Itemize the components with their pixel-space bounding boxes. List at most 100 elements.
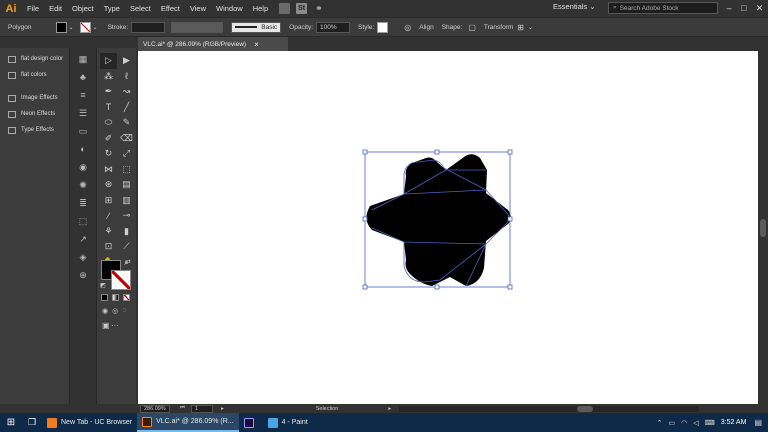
stroke-swatch[interactable] [79,21,91,33]
shape-options-icon[interactable]: ▢ [468,23,476,32]
document-tab[interactable]: VLC.ai* @ 286.09% (RGB/Preview) × [138,37,288,51]
stroke-icon[interactable]: ☰ [70,104,96,122]
gradient-icon[interactable]: ▭ [70,122,96,140]
shaper-tool-icon[interactable]: ✐ [100,131,117,147]
selection-tool-icon[interactable]: ▷ [100,53,117,69]
rotate-tool-icon[interactable]: ↻ [100,146,117,162]
artboard-tool-icon[interactable]: ⊡ [100,239,117,255]
edit-toolbar-icon[interactable]: ··· [111,321,119,330]
menu-help[interactable]: Help [248,4,273,13]
default-colors-icon[interactable]: ◩ [100,282,106,289]
next-artboard-icon[interactable]: ▸ [221,406,224,412]
maximize-icon[interactable]: □ [741,3,746,13]
menu-view[interactable]: View [185,4,211,13]
none-mode-icon[interactable] [123,294,130,301]
minimize-icon[interactable]: – [727,3,732,13]
close-tab-icon[interactable]: × [254,40,259,49]
magic-wand-icon[interactable]: ⁂ [100,69,117,85]
volume-icon[interactable]: ◁ [693,419,698,427]
fill-swatch[interactable] [55,21,67,33]
gradient-mode-icon[interactable] [112,294,119,301]
gpu-performance-icon[interactable]: ⚭ [315,3,323,14]
artboard-canvas[interactable] [138,51,758,404]
workspace-switcher[interactable]: Essentials ⌄ [553,2,599,11]
mesh-tool-icon[interactable]: ⊞ [100,193,117,209]
scale-tool-icon[interactable]: ⤢ [118,146,135,162]
stock-search-input[interactable]: ⌕ Search Adobe Stock [608,2,718,14]
menu-file[interactable]: File [22,4,44,13]
align-button[interactable]: Align [419,24,433,31]
curvature-tool-icon[interactable]: ↝ [118,84,135,100]
draw-behind-icon[interactable]: ◎ [112,307,118,315]
appearance-icon[interactable]: ◉ [70,158,96,176]
zoom-level-field[interactable]: 286.09% [140,404,170,413]
transform-button[interactable]: Transform [484,24,513,31]
panel-item-flat-design-color[interactable]: flat design color [0,51,69,67]
opacity-label[interactable]: Opacity: [289,24,313,31]
panel-item-type-effects[interactable]: Type Effects [0,122,69,138]
eraser-icon[interactable]: ⌫ [118,131,135,147]
recolor-icon[interactable]: ◎ [404,23,411,32]
menu-select[interactable]: Select [125,4,156,13]
menu-type[interactable]: Type [99,4,125,13]
show-hidden-icons-icon[interactable]: ⌃ [657,419,663,427]
first-artboard-icon[interactable]: ⏮ [180,405,185,412]
ellipse-tool-icon[interactable]: ⬭ [100,115,117,131]
vertical-scrollbar[interactable] [758,51,768,404]
status-menu-icon[interactable]: ▸ [388,406,391,412]
shape-builder-icon[interactable]: ⊛ [100,177,117,193]
paintbrush-icon[interactable]: ✎ [118,115,135,131]
windows-start-icon[interactable]: ⊞ [0,417,22,428]
close-icon[interactable]: ✕ [756,3,764,14]
graphic-styles-icon[interactable]: ✺ [70,176,96,194]
horizontal-scrollbar[interactable] [399,405,700,412]
scrollbar-thumb[interactable] [760,219,766,237]
blend-tool-icon[interactable]: ⊸ [118,208,135,224]
taskbar-app-illustrator[interactable]: VLC.ai* @ 286.09% (R... [137,413,239,432]
shape-button[interactable]: Shape: [442,24,463,31]
menu-window[interactable]: Window [211,4,248,13]
draw-inside-icon[interactable]: ◌ [122,307,126,315]
variable-width-field[interactable] [171,21,224,33]
stroke-weight-field[interactable] [131,21,166,33]
stock-button[interactable]: St [296,3,308,14]
line-tool-icon[interactable]: ╱ [118,100,135,116]
panel-item-flat-colors[interactable]: flat colors [0,67,69,83]
network-icon[interactable]: ◠ [681,419,687,427]
column-graph-icon[interactable]: ▮ [118,224,135,240]
color-mode-icon[interactable] [101,294,108,301]
swatches-icon[interactable]: ▦ [70,50,96,68]
links-icon[interactable]: ⊕ [70,266,96,284]
taskbar-app-premiere[interactable] [239,413,263,432]
artboard-number-field[interactable]: 1 [190,404,213,413]
panel-item-neon-effects[interactable]: Neon Effects [0,106,69,122]
symbol-sprayer-icon[interactable]: ⚘ [100,224,117,240]
scrollbar-thumb[interactable] [577,405,594,412]
bridge-icon[interactable] [279,3,291,14]
chevron-down-icon[interactable]: ⌄ [528,24,533,31]
clock[interactable]: 3:52 AM [721,419,747,426]
menu-edit[interactable]: Edit [44,4,67,13]
perspective-grid-icon[interactable]: ▤ [118,177,135,193]
transparency-icon[interactable]: ◐ [70,140,96,158]
style-swatch[interactable] [377,21,389,33]
battery-icon[interactable]: ▭ [669,419,676,427]
stroke-label[interactable]: Stroke: [108,24,129,31]
type-tool-icon[interactable]: T [100,100,117,116]
task-view-icon[interactable]: ❐ [22,417,42,428]
swap-colors-icon[interactable]: ⇄ [125,258,131,266]
stroke-color-box[interactable] [111,270,131,290]
transform-options-icon[interactable]: ⊞ [517,23,524,32]
lasso-icon[interactable]: ℓ [118,69,135,85]
layers-stack-icon[interactable]: ◈ [70,248,96,266]
opacity-field[interactable]: 100% [316,21,350,33]
panel-item-image-effects[interactable]: Image Effects [0,90,69,106]
brushes-icon[interactable]: ♣ [70,68,96,86]
chevron-down-icon[interactable]: ⌄ [69,24,74,31]
symbols-icon[interactable]: ≡ [70,86,96,104]
screen-mode-icon[interactable]: ▣ [102,321,110,330]
direct-selection-tool-icon[interactable]: ▶ [118,53,135,69]
slice-tool-icon[interactable]: ⟋ [118,239,135,255]
brush-definition-field[interactable]: Basic [231,21,282,33]
menu-object[interactable]: Object [67,4,99,13]
